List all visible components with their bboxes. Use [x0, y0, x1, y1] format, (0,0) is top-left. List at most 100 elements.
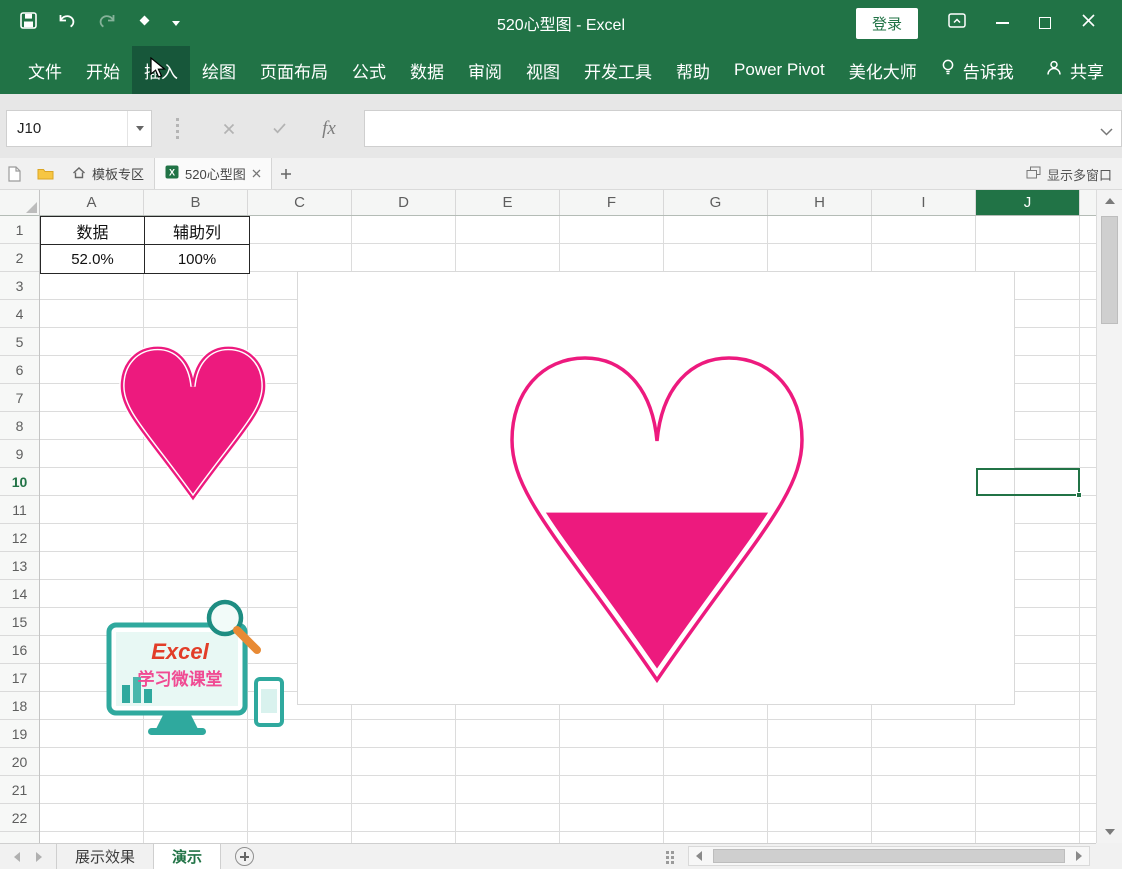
- active-cell-selection[interactable]: [976, 468, 1080, 496]
- row-header-7[interactable]: 7: [0, 384, 39, 412]
- column-header-B[interactable]: B: [144, 190, 248, 215]
- ribbon-tab-7[interactable]: 审阅: [456, 46, 514, 94]
- name-box-value: J10: [7, 120, 127, 137]
- ribbon-tab-bar: 文件开始插入绘图页面布局公式数据审阅视图开发工具帮助Power Pivot美化大…: [0, 46, 1122, 94]
- sheet-nav-left-icon[interactable]: [14, 852, 20, 862]
- row-header-20[interactable]: 20: [0, 748, 39, 776]
- row-header-9[interactable]: 9: [0, 440, 39, 468]
- row-header-13[interactable]: 13: [0, 552, 39, 580]
- ribbon-display-options-icon[interactable]: [948, 13, 966, 33]
- ribbon-tab-0[interactable]: 文件: [16, 46, 74, 94]
- close-button[interactable]: [1081, 13, 1096, 33]
- sheet-cells[interactable]: 数据 辅助列 52.0% 100%: [40, 216, 1096, 843]
- sheet-tab-1[interactable]: 演示: [154, 844, 221, 869]
- scroll-right-button[interactable]: [1069, 847, 1089, 865]
- row-header-3[interactable]: 3: [0, 272, 39, 300]
- scroll-left-button[interactable]: [689, 847, 709, 865]
- name-box[interactable]: J10: [6, 110, 152, 147]
- doc-tab-active[interactable]: X 520心型图: [154, 158, 272, 189]
- save-icon[interactable]: [20, 12, 37, 34]
- column-header-H[interactable]: H: [768, 190, 872, 215]
- ribbon-tab-8[interactable]: 视图: [514, 46, 572, 94]
- column-header-C[interactable]: C: [248, 190, 352, 215]
- ribbon-tab-2[interactable]: 插入: [132, 46, 190, 94]
- row-header-22[interactable]: 22: [0, 804, 39, 832]
- redo-icon[interactable]: [97, 12, 117, 34]
- selection-fill-handle[interactable]: [1076, 492, 1082, 498]
- addin-diamond-icon[interactable]: [137, 13, 152, 33]
- show-windows-button[interactable]: 显示多窗口: [1026, 158, 1112, 190]
- column-header-A[interactable]: A: [40, 190, 144, 215]
- ribbon-tab-10[interactable]: 帮助: [664, 46, 722, 94]
- ribbon-tab-6[interactable]: 数据: [398, 46, 456, 94]
- cancel-button[interactable]: [208, 110, 250, 147]
- horizontal-scrollbar[interactable]: [688, 846, 1090, 866]
- row-header-5[interactable]: 5: [0, 328, 39, 356]
- formula-bar-separator: [176, 118, 179, 139]
- tab-scroll-splitter[interactable]: [666, 851, 669, 854]
- add-doc-tab-button[interactable]: [272, 168, 300, 180]
- column-header-D[interactable]: D: [352, 190, 456, 215]
- new-file-icon[interactable]: [0, 166, 29, 182]
- vertical-scrollbar[interactable]: [1096, 190, 1122, 843]
- sheet-nav-right-icon[interactable]: [36, 852, 42, 862]
- ribbon-tab-5[interactable]: 公式: [340, 46, 398, 94]
- scroll-down-button[interactable]: [1097, 821, 1122, 843]
- cell-a1[interactable]: 数据: [41, 217, 145, 245]
- undo-icon[interactable]: [57, 12, 77, 34]
- select-all-corner[interactable]: [0, 190, 40, 216]
- row-header-11[interactable]: 11: [0, 496, 39, 524]
- name-box-dropdown-icon[interactable]: [127, 111, 151, 146]
- tell-me-button[interactable]: 告诉我: [929, 46, 1026, 94]
- row-header-15[interactable]: 15: [0, 608, 39, 636]
- row-header-2[interactable]: 2: [0, 244, 39, 272]
- sheet-tab-0[interactable]: 展示效果: [56, 844, 154, 869]
- share-button[interactable]: 共享: [1028, 46, 1122, 94]
- insert-function-button[interactable]: fx: [308, 110, 350, 147]
- column-header-G[interactable]: G: [664, 190, 768, 215]
- scroll-up-button[interactable]: [1097, 190, 1122, 212]
- brand-logo[interactable]: Excel 学习微课堂: [106, 597, 284, 744]
- cell-a2[interactable]: 52.0%: [41, 245, 145, 273]
- ribbon-tab-1[interactable]: 开始: [74, 46, 132, 94]
- row-header-1[interactable]: 1: [0, 216, 39, 244]
- row-header-12[interactable]: 12: [0, 524, 39, 552]
- horizontal-scroll-thumb[interactable]: [713, 849, 1065, 863]
- maximize-button[interactable]: [1039, 17, 1051, 29]
- chart-object[interactable]: [297, 271, 1015, 705]
- column-header-I[interactable]: I: [872, 190, 976, 215]
- formula-expand-chevron-icon[interactable]: [1100, 123, 1113, 140]
- close-tab-icon[interactable]: [252, 166, 261, 181]
- ribbon-tab-12[interactable]: 美化大师: [837, 46, 929, 94]
- column-header-J[interactable]: J: [976, 190, 1080, 215]
- row-header-16[interactable]: 16: [0, 636, 39, 664]
- row-header-19[interactable]: 19: [0, 720, 39, 748]
- ribbon-tab-4[interactable]: 页面布局: [248, 46, 340, 94]
- doc-tab-template[interactable]: 模板专区: [62, 158, 154, 189]
- qat-customize-icon[interactable]: [172, 21, 180, 26]
- ribbon-tab-3[interactable]: 绘图: [190, 46, 248, 94]
- row-header-21[interactable]: 21: [0, 776, 39, 804]
- row-header-6[interactable]: 6: [0, 356, 39, 384]
- open-folder-icon[interactable]: [29, 167, 62, 180]
- row-header-17[interactable]: 17: [0, 664, 39, 692]
- column-header-F[interactable]: F: [560, 190, 664, 215]
- column-header-E[interactable]: E: [456, 190, 560, 215]
- formula-input[interactable]: [364, 110, 1122, 147]
- ribbon-tab-9[interactable]: 开发工具: [572, 46, 664, 94]
- enter-button[interactable]: [258, 110, 300, 147]
- small-heart-shape[interactable]: [118, 344, 268, 507]
- cell-b1[interactable]: 辅助列: [145, 217, 249, 245]
- add-sheet-button[interactable]: [235, 847, 254, 866]
- cell-b2[interactable]: 100%: [145, 245, 249, 273]
- row-header-14[interactable]: 14: [0, 580, 39, 608]
- vertical-scroll-thumb[interactable]: [1101, 216, 1118, 324]
- row-header-18[interactable]: 18: [0, 692, 39, 720]
- row-header-8[interactable]: 8: [0, 412, 39, 440]
- row-header-10[interactable]: 10: [0, 468, 39, 496]
- sheet-nav: [0, 852, 56, 862]
- row-header-4[interactable]: 4: [0, 300, 39, 328]
- login-button[interactable]: 登录: [856, 8, 918, 39]
- minimize-button[interactable]: [996, 22, 1009, 24]
- ribbon-tab-11[interactable]: Power Pivot: [722, 46, 837, 94]
